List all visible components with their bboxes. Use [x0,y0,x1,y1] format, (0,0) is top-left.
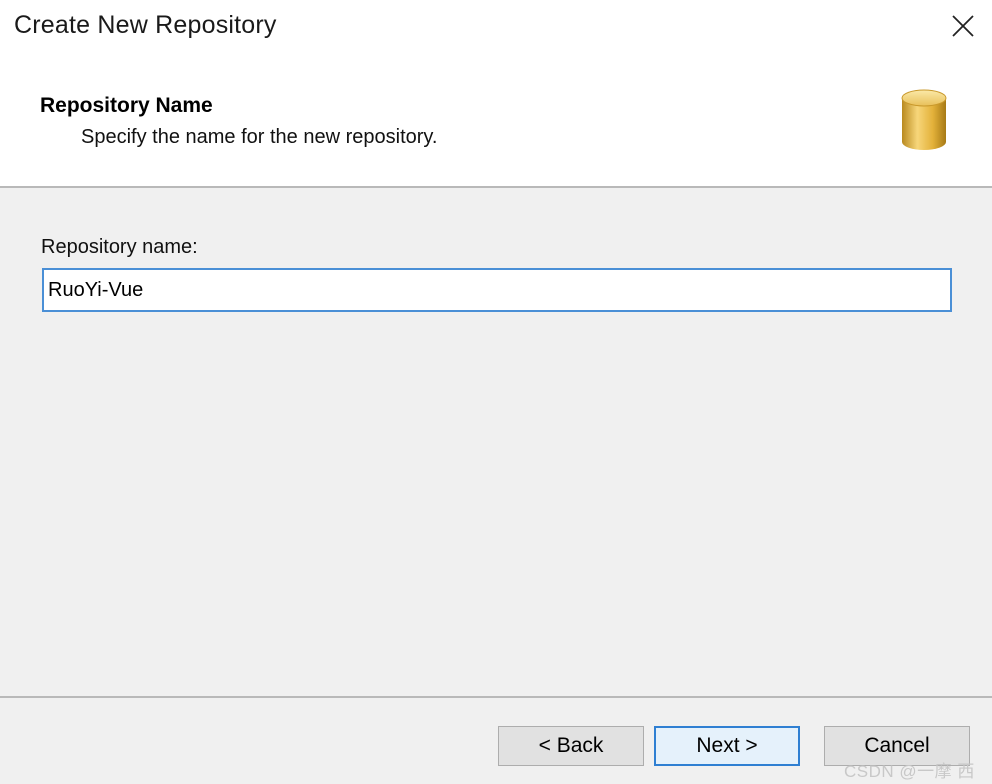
window-title: Create New Repository [14,11,277,39]
create-repository-dialog: Create New Repository Repository Name Sp… [0,0,992,784]
next-button[interactable]: Next > [654,726,800,766]
title-bar: Create New Repository [0,0,992,52]
wizard-content: Repository name: [0,188,992,696]
repository-name-label: Repository name: [41,236,198,258]
back-button[interactable]: < Back [498,726,644,766]
step-subtitle: Specify the name for the new repository. [81,126,438,148]
watermark: CSDN @一摩 西 [844,762,975,781]
database-icon [901,89,947,150]
repository-name-input[interactable] [42,268,952,312]
wizard-header: Repository Name Specify the name for the… [0,52,992,186]
step-title: Repository Name [40,94,213,117]
close-icon [952,15,974,37]
close-button[interactable] [940,6,986,46]
